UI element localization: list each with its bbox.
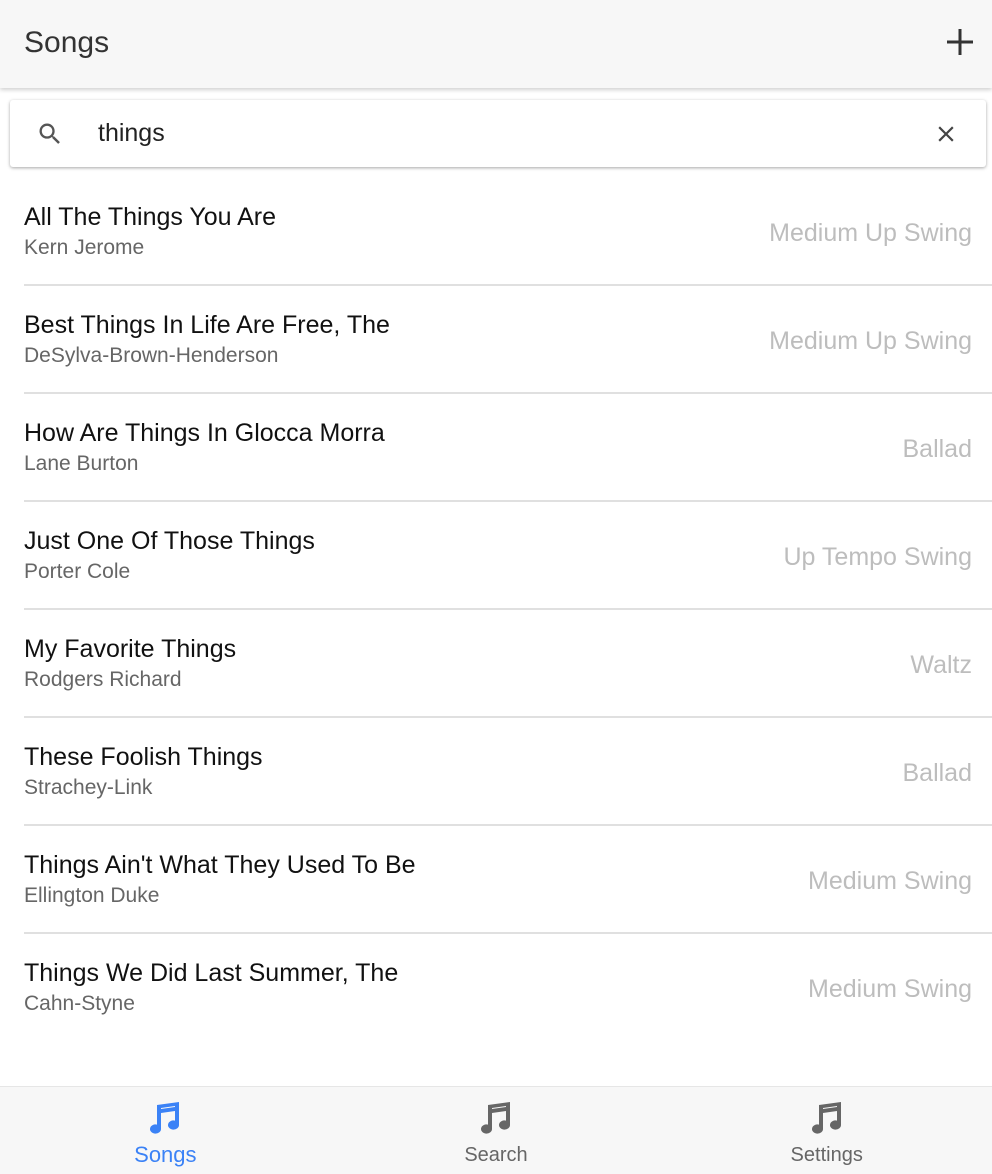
- app-root: Songs All The Things You Are Kern Jerome…: [0, 0, 992, 1174]
- song-title: All The Things You Are: [24, 203, 277, 231]
- add-song-button[interactable]: [940, 22, 980, 62]
- song-style: Waltz: [910, 651, 972, 679]
- search-icon: [39, 123, 60, 144]
- list-item[interactable]: Best Things In Life Are Free, The DeSylv…: [24, 286, 992, 394]
- song-style: Ballad: [902, 759, 973, 787]
- page-title: Songs: [24, 26, 110, 59]
- music-note-icon: [811, 1102, 841, 1134]
- search-input[interactable]: [98, 112, 898, 155]
- list-item[interactable]: My Favorite Things Rodgers Richard Waltz: [24, 610, 992, 718]
- song-style: Up Tempo Swing: [783, 543, 972, 571]
- song-composer: Lane Burton: [24, 452, 139, 475]
- list-item[interactable]: Things We Did Last Summer, The Cahn-Styn…: [24, 934, 992, 1042]
- tab-label: Settings: [790, 1144, 863, 1166]
- tab-search[interactable]: Search: [331, 1087, 662, 1174]
- song-title: Things Ain't What They Used To Be: [24, 851, 416, 879]
- song-title: My Favorite Things: [24, 635, 237, 663]
- music-note-icon: [150, 1102, 180, 1134]
- song-title: How Are Things In Glocca Morra: [24, 419, 385, 447]
- song-composer: Rodgers Richard: [24, 668, 182, 691]
- list-item[interactable]: These Foolish Things Strachey-Link Balla…: [24, 718, 992, 826]
- search-bar: [10, 100, 986, 167]
- song-title: Just One Of Those Things: [24, 527, 315, 555]
- song-style: Medium Up Swing: [769, 327, 972, 355]
- list-item[interactable]: Just One Of Those Things Porter Cole Up …: [24, 502, 992, 610]
- close-icon: [938, 126, 954, 142]
- song-composer: Strachey-Link: [24, 776, 153, 799]
- song-title: Best Things In Life Are Free, The: [24, 311, 390, 339]
- song-composer: Cahn-Styne: [24, 992, 135, 1015]
- bottom-tab-bar: Songs Search Settings: [0, 1086, 992, 1174]
- song-composer: Ellington Duke: [24, 884, 160, 907]
- song-title: These Foolish Things: [24, 743, 263, 771]
- song-style: Medium Up Swing: [769, 219, 972, 247]
- song-list: All The Things You Are Kern Jerome Mediu…: [0, 178, 992, 1042]
- clear-search-button[interactable]: [930, 118, 962, 150]
- song-composer: DeSylva-Brown-Henderson: [24, 344, 279, 367]
- tab-label: Search: [464, 1144, 528, 1166]
- list-item[interactable]: How Are Things In Glocca Morra Lane Burt…: [24, 394, 992, 502]
- app-header: Songs: [0, 0, 992, 88]
- song-style: Medium Swing: [808, 867, 972, 895]
- song-composer: Porter Cole: [24, 560, 131, 583]
- tab-songs[interactable]: Songs: [0, 1087, 331, 1174]
- song-style: Ballad: [902, 435, 973, 463]
- list-item[interactable]: Things Ain't What They Used To Be Elling…: [24, 826, 992, 934]
- tab-label: Songs: [134, 1142, 197, 1167]
- song-title: Things We Did Last Summer, The: [24, 959, 399, 987]
- tab-settings[interactable]: Settings: [661, 1087, 992, 1174]
- song-style: Medium Swing: [808, 975, 972, 1003]
- song-composer: Kern Jerome: [24, 236, 145, 259]
- list-item[interactable]: All The Things You Are Kern Jerome Mediu…: [24, 178, 992, 286]
- plus-icon: [947, 29, 973, 55]
- music-note-icon: [481, 1102, 511, 1134]
